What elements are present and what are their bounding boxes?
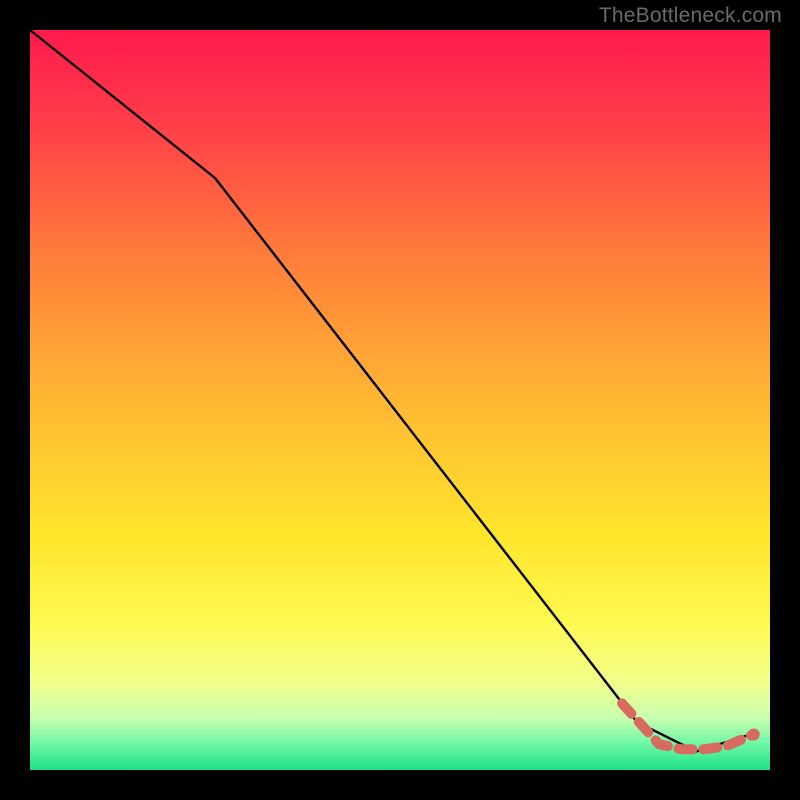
bottleneck-chart <box>0 0 800 800</box>
watermark-text: TheBottleneck.com <box>599 4 782 28</box>
end-marker-dot <box>748 728 760 740</box>
chart-frame: TheBottleneck.com <box>0 0 800 800</box>
plot-background <box>30 30 770 770</box>
